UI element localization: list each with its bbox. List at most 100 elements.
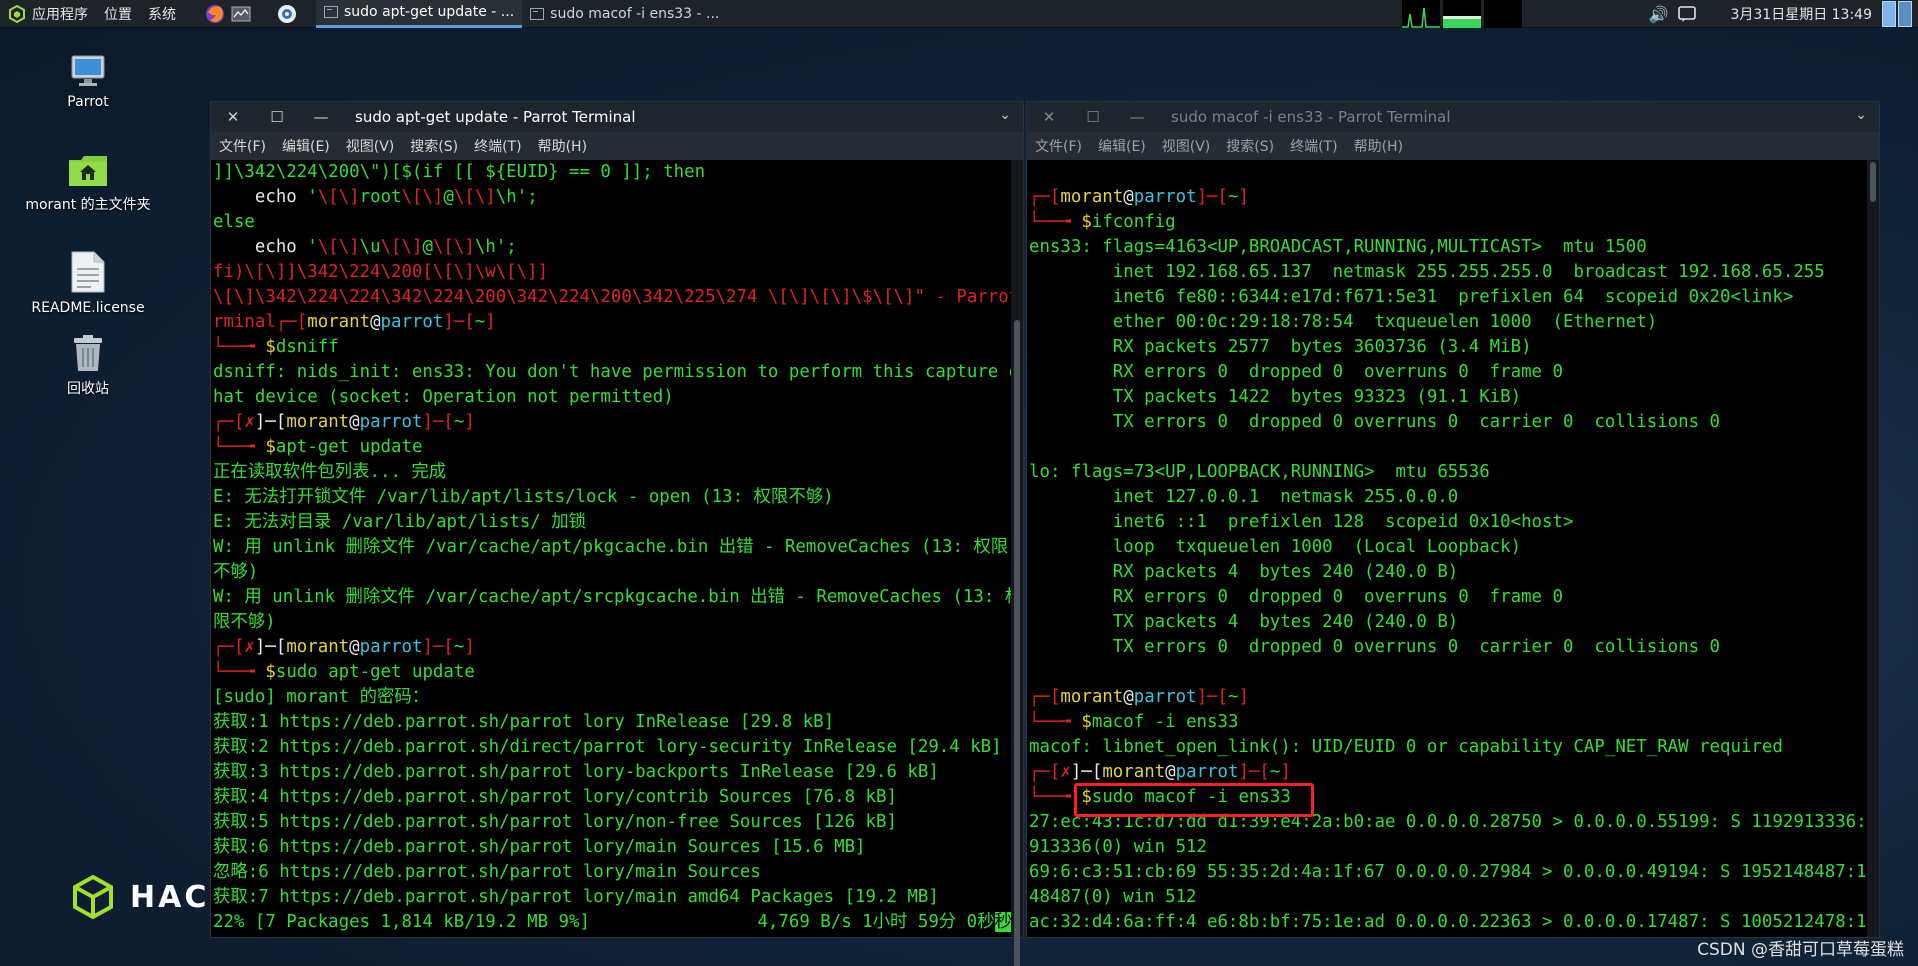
terminal-line: RX errors 0 dropped 0 overruns 0 frame 0 bbox=[1029, 362, 1563, 382]
terminal-line: TX packets 1422 bytes 93323 (91.1 KiB) bbox=[1029, 387, 1522, 407]
chevron-down-icon[interactable]: ⌄ bbox=[1855, 107, 1867, 123]
terminal-icon bbox=[324, 6, 338, 18]
close-button[interactable]: ✕ bbox=[211, 102, 255, 132]
terminal-line: TX errors 0 dropped 0 overruns 0 carrier… bbox=[1029, 637, 1721, 657]
terminal-line: ┌─[✗]─[morant@parrot]─[~] bbox=[1029, 762, 1291, 782]
maximize-button[interactable]: ☐ bbox=[255, 102, 299, 132]
task-macof[interactable]: sudo macof -i ens33 - ... bbox=[522, 0, 727, 28]
system-monitor-applet[interactable] bbox=[1402, 0, 1522, 28]
terminal-line: 获取:7 https://deb.parrot.sh/parrot lory/m… bbox=[213, 887, 939, 907]
system-menu-label: 系统 bbox=[148, 6, 176, 23]
chevron-down-icon[interactable]: ⌄ bbox=[999, 107, 1011, 123]
memory-graph bbox=[1443, 0, 1481, 28]
scrollbar[interactable] bbox=[1011, 160, 1023, 966]
titlebar[interactable]: ✕ ☐ — sudo macof -i ens33 - Parrot Termi… bbox=[1027, 102, 1879, 132]
terminal-line: inet6 ::1 prefixlen 128 scopeid 0x10<hos… bbox=[1029, 512, 1574, 532]
terminal-line: RX errors 0 dropped 0 overruns 0 frame 0 bbox=[1029, 587, 1563, 607]
menu-file[interactable]: 文件(F) bbox=[1035, 136, 1082, 156]
terminal-line: \[\]\342\224\224\342\224\200\342\224\200… bbox=[213, 287, 1011, 307]
menu-search[interactable]: 搜索(S) bbox=[410, 136, 458, 156]
window-title: sudo apt-get update - Parrot Terminal bbox=[355, 108, 636, 126]
watermark: CSDN @香甜可口草莓蛋糕 bbox=[1697, 940, 1904, 960]
notification-icon[interactable] bbox=[1678, 6, 1697, 22]
apps-menu[interactable]: 应用程序 bbox=[0, 0, 96, 28]
volume-icon[interactable]: 🔊 bbox=[1649, 5, 1669, 24]
settings-icon bbox=[278, 4, 296, 23]
terminal-line: rminal┌─[morant@parrot]─[~] bbox=[213, 312, 496, 332]
desktop-icon-label: Parrot bbox=[67, 94, 109, 110]
terminal-line: 限不够) bbox=[213, 612, 276, 632]
minimize-button[interactable]: — bbox=[1115, 102, 1159, 132]
menu-view[interactable]: 视图(V) bbox=[1162, 136, 1211, 156]
terminal-output[interactable]: ]]\342\224\200\")[$(if [[ ${EUID} == 0 ]… bbox=[211, 160, 1011, 937]
places-menu-label: 位置 bbox=[104, 6, 132, 23]
menu-terminal[interactable]: 终端(T) bbox=[474, 136, 521, 156]
terminal-line: 913336(0) win 512 bbox=[1029, 837, 1207, 857]
places-menu[interactable]: 位置 bbox=[96, 0, 140, 28]
menu-file[interactable]: 文件(F) bbox=[219, 136, 266, 156]
terminal-line: lo: flags=73<UP,LOOPBACK,RUNNING> mtu 65… bbox=[1029, 462, 1490, 482]
terminal-line: fi)\[\]]\342\224\200[\[\]\w\[\]] bbox=[213, 262, 549, 282]
minimize-button[interactable]: — bbox=[299, 102, 343, 132]
terminal-line: 不够) bbox=[213, 562, 259, 582]
terminal-line: 获取:6 https://deb.parrot.sh/parrot lory/m… bbox=[213, 837, 866, 857]
terminal-line: ens33: flags=4163<UP,BROADCAST,RUNNING,M… bbox=[1029, 237, 1647, 257]
system-menu[interactable]: 系统 bbox=[140, 0, 184, 28]
terminal-window-apt-get[interactable]: ✕ ☐ — sudo apt-get update - Parrot Termi… bbox=[210, 101, 1024, 966]
scrollbar-thumb[interactable] bbox=[1870, 162, 1876, 202]
settings-launcher[interactable] bbox=[274, 0, 300, 28]
menu-help[interactable]: 帮助(H) bbox=[538, 136, 587, 156]
home-folder-icon bbox=[69, 156, 107, 186]
top-panel: 应用程序 位置 系统 sudo apt-get update - ... sud… bbox=[0, 0, 1918, 28]
menu-view[interactable]: 视图(V) bbox=[346, 136, 395, 156]
terminal-line: W: 用 unlink 删除文件 /var/cache/apt/pkgcache… bbox=[213, 537, 1009, 557]
terminal-output[interactable]: ┌─[morant@parrot]─[~] └──╼ $ifconfig ens33… bbox=[1027, 160, 1867, 937]
titlebar[interactable]: ✕ ☐ — sudo apt-get update - Parrot Termi… bbox=[211, 102, 1023, 132]
desktop-icon-label: README.license bbox=[31, 300, 145, 316]
parrot-logo-icon bbox=[9, 4, 25, 23]
workspace-switcher[interactable] bbox=[1882, 1, 1912, 27]
task-apt-get-update[interactable]: sudo apt-get update - ... bbox=[316, 0, 523, 28]
menu-edit[interactable]: 编辑(E) bbox=[282, 136, 330, 156]
terminal-line: [sudo] morant 的密码： bbox=[213, 687, 430, 707]
terminal-line: 48487(0) win 512 bbox=[1029, 887, 1197, 907]
firefox-launcher[interactable] bbox=[202, 0, 228, 28]
desktop-icon-home-folder[interactable]: morant 的主文件夹 bbox=[18, 154, 158, 214]
terminal-line: 获取:4 https://deb.parrot.sh/parrot lory/c… bbox=[213, 787, 897, 807]
clock[interactable]: 3月31日星期日 13:49 bbox=[1730, 4, 1872, 24]
menu-help[interactable]: 帮助(H) bbox=[1354, 136, 1403, 156]
terminal-line: └──╼ $apt-get update bbox=[213, 437, 423, 457]
terminal-line: 获取:2 https://deb.parrot.sh/direct/parrot… bbox=[213, 737, 1002, 757]
system-tray: 🔊 3月31日星期日 13:49 bbox=[1649, 0, 1918, 28]
menu-edit[interactable]: 编辑(E) bbox=[1098, 136, 1146, 156]
menu-terminal[interactable]: 终端(T) bbox=[1290, 136, 1337, 156]
desktop-icon-parrot[interactable]: Parrot bbox=[18, 54, 158, 110]
terminal-line: TX packets 4 bytes 240 (240.0 B) bbox=[1029, 612, 1459, 632]
scrollbar-thumb[interactable] bbox=[1014, 320, 1020, 966]
terminal-line: RX packets 2577 bytes 3603736 (3.4 MiB) bbox=[1029, 337, 1532, 357]
terminal-line: └──╼ $sudo apt-get update bbox=[213, 662, 475, 682]
terminal-line: ┌─[✗]─[morant@parrot]─[~] bbox=[213, 412, 475, 432]
terminal-line: echo '\[\]root\[\]@\[\]\h'; bbox=[254, 187, 538, 207]
desktop-icon-label: 回收站 bbox=[67, 381, 109, 397]
terminal-line: 忽略:6 https://deb.parrot.sh/parrot lory/m… bbox=[213, 862, 761, 882]
close-button[interactable]: ✕ bbox=[1027, 102, 1071, 132]
workspace-2[interactable] bbox=[1898, 1, 1912, 27]
desktop-icon-readme[interactable]: README.license bbox=[18, 250, 158, 316]
desktop-icon-trash[interactable]: 回收站 bbox=[18, 334, 158, 398]
system-monitor-launcher[interactable] bbox=[228, 0, 254, 28]
maximize-button[interactable]: ☐ bbox=[1071, 102, 1115, 132]
workspace-1[interactable] bbox=[1882, 1, 1896, 27]
terminal-line: 获取:3 https://deb.parrot.sh/parrot lory-b… bbox=[213, 762, 939, 782]
terminal-line: macof: libnet_open_link(): UID/EUID 0 or… bbox=[1029, 737, 1783, 757]
scrollbar[interactable] bbox=[1867, 160, 1879, 937]
terminal-line: ac:32:d4:6a:ff:4 e6:8b:bf:75:1e:ad 0.0.0… bbox=[1029, 912, 1867, 932]
terminal-line: 69:6:c3:51:cb:69 55:35:2d:4a:1f:67 0.0.0… bbox=[1029, 862, 1867, 882]
menu-search[interactable]: 搜索(S) bbox=[1226, 136, 1274, 156]
terminal-line: ether 00:0c:29:18:78:54 txqueuelen 1000 … bbox=[1029, 312, 1658, 332]
computer-icon bbox=[71, 55, 105, 86]
terminal-line: ┌─[morant@parrot]─[~] bbox=[1029, 187, 1249, 207]
